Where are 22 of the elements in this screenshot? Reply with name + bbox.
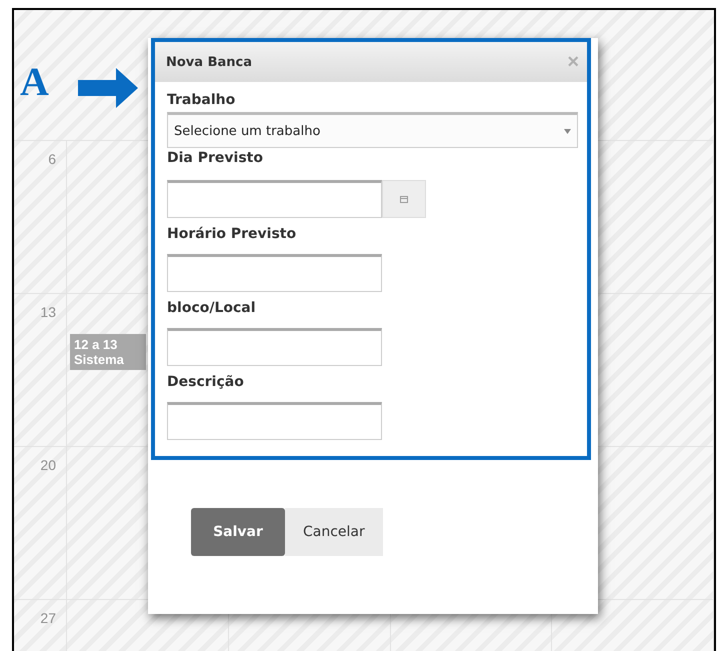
field-label: Descrição	[167, 374, 244, 390]
date-field[interactable]	[167, 180, 382, 218]
field-label: Horário Previsto	[167, 226, 296, 242]
cancel-button[interactable]: Cancelar	[285, 508, 383, 556]
field-label: Dia Previsto	[167, 150, 263, 166]
calendar-button[interactable]	[382, 180, 426, 218]
text-field[interactable]	[167, 402, 382, 440]
save-button[interactable]: Salvar	[191, 508, 285, 556]
field-label: Trabalho	[167, 92, 236, 108]
text-field[interactable]	[167, 328, 382, 366]
dialog-title: Nova Banca	[166, 54, 252, 70]
day-number: 27	[40, 610, 56, 626]
arrow-icon	[78, 68, 138, 108]
day-number: 13	[40, 304, 56, 320]
field-label: bloco/Local	[167, 300, 256, 316]
calendar-icon	[400, 196, 408, 202]
day-number: 20	[40, 457, 56, 473]
caret-icon	[564, 128, 571, 134]
day-number: 6	[48, 151, 56, 167]
select-field[interactable]: Selecione um trabalho	[167, 112, 578, 148]
figure-label: A	[20, 58, 49, 105]
text-field[interactable]	[167, 254, 382, 292]
